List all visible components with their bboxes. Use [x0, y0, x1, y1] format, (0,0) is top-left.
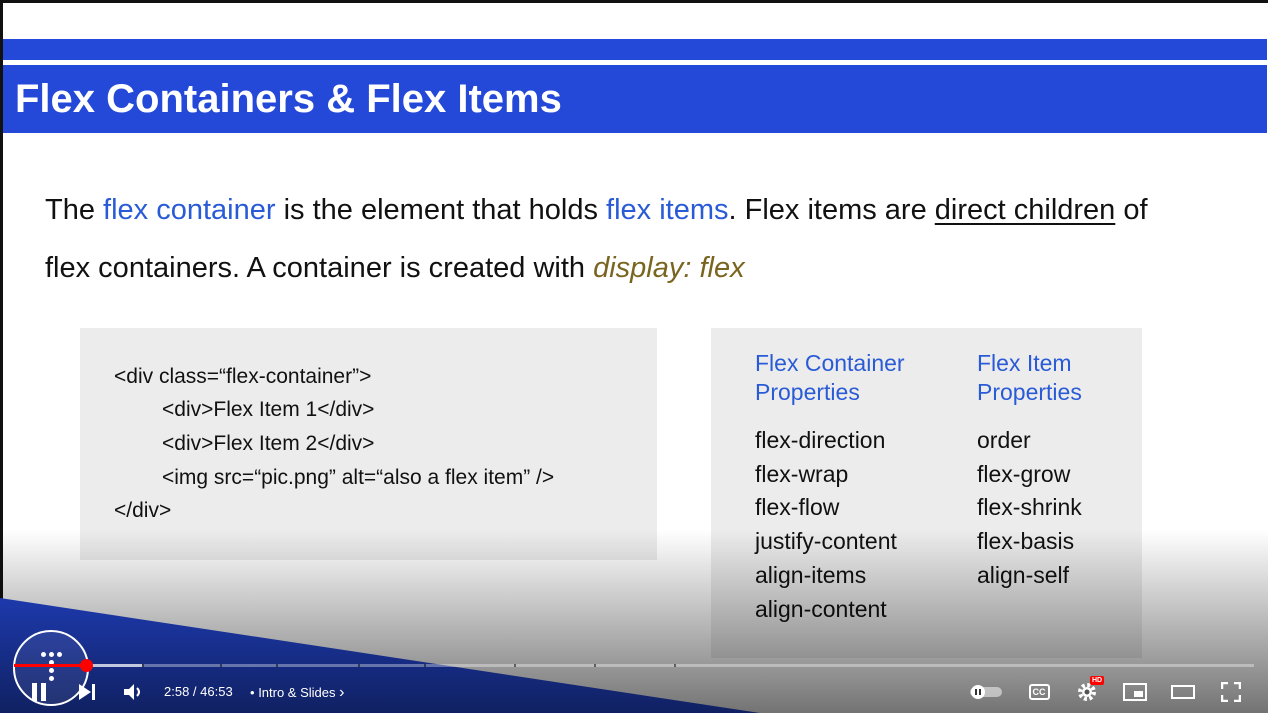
- theater-icon: [1171, 685, 1195, 699]
- logo-dot: [49, 652, 54, 657]
- code-line: <div class=“flex-container”>: [114, 365, 372, 388]
- item-properties-heading: Flex Item Properties: [977, 349, 1082, 407]
- chapter-marker: [276, 664, 278, 667]
- code-example-box: <div class=“flex-container”> <div>Flex I…: [80, 328, 657, 560]
- logo-dot: [57, 652, 62, 657]
- heading-line: Flex Container: [755, 350, 905, 376]
- code-line: <img src=“pic.png” alt=“also a flex item…: [162, 466, 555, 489]
- progress-scrubber[interactable]: [79, 659, 93, 672]
- chapter-link[interactable]: • Intro & Slides ›: [250, 684, 344, 702]
- property-item: flex-wrap: [755, 460, 849, 487]
- autoplay-toggle-icon: [970, 685, 1002, 699]
- progress-bar[interactable]: [14, 659, 1254, 672]
- properties-box: Flex Container Properties flex-direction…: [711, 328, 1142, 658]
- captions-icon: CC: [1028, 684, 1050, 700]
- property-item: flex-shrink: [977, 494, 1082, 521]
- fullscreen-button[interactable]: [1218, 681, 1244, 703]
- pause-icon: [32, 683, 46, 701]
- time-text: 2:58 / 46:53: [164, 684, 233, 699]
- term-direct-children: direct children: [934, 194, 1116, 226]
- lead-paragraph: The flex container is the element that h…: [45, 181, 1165, 297]
- lead-text: The: [45, 194, 104, 226]
- slide-title: Flex Containers & Flex Items: [15, 77, 562, 121]
- theater-mode-button[interactable]: [1170, 681, 1196, 703]
- property-item: flex-basis: [977, 528, 1075, 555]
- property-item: flex-flow: [755, 494, 840, 521]
- chapter-marker: [220, 664, 222, 667]
- property-item: align-self: [977, 561, 1070, 588]
- autoplay-toggle[interactable]: [968, 682, 1004, 702]
- chapter-marker: [674, 664, 676, 667]
- time-display: 2:58 / 46:53: [164, 684, 233, 699]
- window-frame-right: [1268, 0, 1274, 713]
- property-item: align-content: [755, 595, 887, 622]
- hd-badge: HD: [1090, 676, 1105, 685]
- logo-dot: [49, 668, 54, 673]
- captions-label: CC: [1032, 687, 1046, 697]
- property-item: justify-content: [755, 528, 897, 555]
- volume-button[interactable]: [120, 681, 148, 703]
- settings-button[interactable]: HD: [1074, 676, 1105, 704]
- lead-text: is the element that holds: [275, 194, 607, 226]
- property-item: flex-grow: [977, 460, 1071, 487]
- code-display-flex: display: flex: [593, 252, 745, 284]
- property-item: align-items: [755, 561, 867, 588]
- pause-button[interactable]: [26, 681, 52, 703]
- container-properties-heading: Flex Container Properties: [755, 349, 905, 407]
- code-line: <div>Flex Item 1</div>: [162, 398, 375, 421]
- next-button[interactable]: [74, 681, 100, 703]
- chapter-title: Intro & Slides: [258, 685, 336, 700]
- property-item: order: [977, 427, 1031, 453]
- term-flex-container: flex container: [103, 194, 276, 226]
- heading-line: Properties: [977, 379, 1082, 405]
- fullscreen-icon: [1221, 682, 1241, 702]
- container-properties-list: flex-direction flex-wrap flex-flow justi…: [755, 424, 897, 626]
- chapter-marker: [142, 664, 144, 667]
- title-bar: Flex Containers & Flex Items: [3, 65, 1267, 133]
- term-flex-items: flex items: [606, 194, 729, 226]
- header-stripe: [3, 39, 1267, 60]
- code-line: <div>Flex Item 2</div>: [162, 432, 375, 455]
- lead-text: . Flex items are: [728, 194, 935, 226]
- code-line: </div>: [114, 499, 172, 522]
- property-item: flex-direction: [755, 427, 886, 453]
- chapter-marker: [514, 664, 516, 667]
- heading-line: Properties: [755, 379, 860, 405]
- miniplayer-button[interactable]: [1122, 681, 1148, 703]
- captions-button[interactable]: CC: [1026, 681, 1052, 703]
- heading-line: Flex Item: [977, 350, 1072, 376]
- chapter-marker: [358, 664, 360, 667]
- chapter-separator: •: [250, 685, 255, 700]
- chapter-marker: [424, 664, 426, 667]
- hd-badge-text: HD: [1092, 677, 1103, 684]
- chapter-marker: [594, 664, 596, 667]
- progress-played: [14, 664, 86, 667]
- next-icon: [79, 684, 95, 700]
- item-properties-list: order flex-grow flex-shrink flex-basis a…: [977, 424, 1082, 593]
- logo-dot: [41, 652, 46, 657]
- miniplayer-icon: [1123, 683, 1147, 701]
- volume-icon: [124, 684, 140, 700]
- chevron-right-icon: ›: [339, 684, 345, 701]
- slide-corner-decoration: [0, 598, 760, 713]
